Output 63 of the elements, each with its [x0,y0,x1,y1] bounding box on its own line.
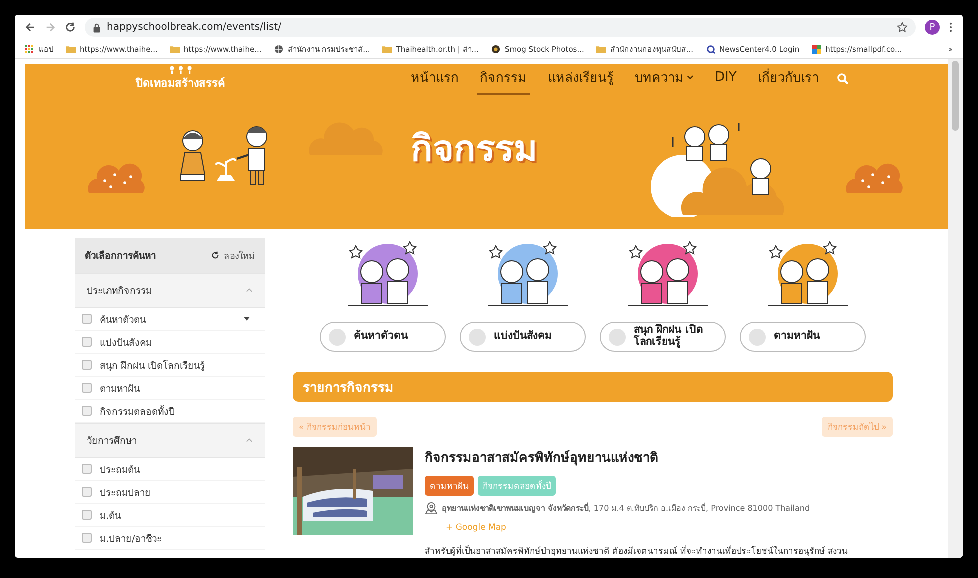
filter-option[interactable]: แบ่งปันสังคม [100,334,152,350]
folder-icon [66,44,76,54]
filter-option[interactable]: ค้นหาตัวตน [100,312,146,326]
nav-link[interactable]: เกี่ยวกับเรา [754,63,822,95]
category-button[interactable]: ตามหาฝัน [740,322,866,352]
caret-icon[interactable] [244,317,250,321]
search-icon[interactable] [836,73,849,85]
checkbox[interactable] [82,464,92,474]
nav-link[interactable]: กิจกรรม [477,63,530,95]
forward-icon[interactable] [45,22,56,33]
address-bar[interactable]: happyschoolbreak.com/events/list/ [85,18,916,37]
filter-option[interactable]: ประถมปลาย [100,484,151,500]
checkbox[interactable] [82,510,92,520]
checkbox[interactable] [82,360,92,370]
filter-option[interactable]: ม.ปลาย/อาชีวะ [100,530,162,546]
circle-logo-icon [490,44,501,54]
profile-avatar[interactable]: P [925,20,940,35]
event-title[interactable]: กิจกรรมอาสาสมัครพิทักษ์อุทยานแห่งชาติ [425,447,893,468]
star-icon[interactable] [897,22,908,33]
nav-link[interactable]: บทความ [632,63,697,95]
kids-logo-icon [168,66,194,74]
filter-option[interactable]: ประถมต้น [100,462,140,476]
caret-icon[interactable] [687,75,694,80]
checkbox[interactable] [82,406,92,416]
folder-icon [382,44,392,54]
filter-section-title[interactable]: ประเภทกิจกรรม [87,283,152,298]
nav-link[interactable]: หน้าแรก [408,63,462,95]
checkbox[interactable] [82,314,92,324]
category-button[interactable]: สนุก ฝึกฝน เปิดโลกเรียนรู้ [600,322,726,352]
filter-section-header[interactable]: วัยการศึกษา [75,423,265,458]
filter-option[interactable]: ตามหาฝัน [100,380,140,396]
magnifier-logo-icon [706,44,716,54]
hero-title: กิจกรรม [411,128,538,172]
lock-icon [93,22,101,32]
globe-icon [274,44,284,54]
apps-grid-icon [25,44,35,54]
filter-option[interactable]: ม.ต้น [100,508,122,522]
reload-icon[interactable] [65,22,76,33]
checkbox[interactable] [82,487,92,497]
event-description: สำหรับผู้ที่เป็นอาสาสมัครพิทักษ์ป่าอุทยานแห่งชาติ ต้องมีเจตนารมณ์ ที่จะทำงานเพื่อประโยชน์ในการอนุรักษ์ สงวน [425,544,850,558]
menu-icon[interactable] [949,22,953,33]
folder-icon [170,44,180,54]
scrollbar[interactable] [948,59,963,558]
tiles-logo-icon [812,44,822,54]
filter-section-header[interactable]: ประเภทกิจกรรม [75,273,265,308]
checkbox[interactable] [82,383,92,393]
filter-title: ตัวเลือกการค้นหา [85,250,156,263]
back-icon[interactable] [25,22,36,33]
category-button[interactable]: ค้นหาตัวตน [320,322,446,352]
checkbox[interactable] [82,337,92,347]
location-pin-icon [425,502,438,515]
folder-icon [596,44,606,54]
reload-icon[interactable] [211,251,220,260]
nav-link[interactable]: แหล่งเรียนรู้ [545,63,617,95]
checkbox[interactable] [82,533,92,543]
filter-option[interactable]: สนุก ฝึกฝน เปิดโลกเรียนรู้ [100,358,206,372]
filter-option[interactable]: กิจกรรมตลอดทั้งปี [100,404,175,418]
reset-button[interactable]: ลองใหม่ [211,248,255,262]
event-address: อุทยานแห่งชาติเขาพนมเบญจา จังหวัดกระบี่, 170 ม.4 ต.ทับปริก อ.เมือง กระบี่, Province 81000 Thailand [442,502,810,515]
category-button[interactable]: แบ่งปันสังคม [460,322,586,352]
section-title: รายการกิจกรรม [303,380,394,398]
nav-link[interactable]: DIY [712,66,740,92]
filter-section-title[interactable]: วัยการศึกษา [87,433,137,448]
